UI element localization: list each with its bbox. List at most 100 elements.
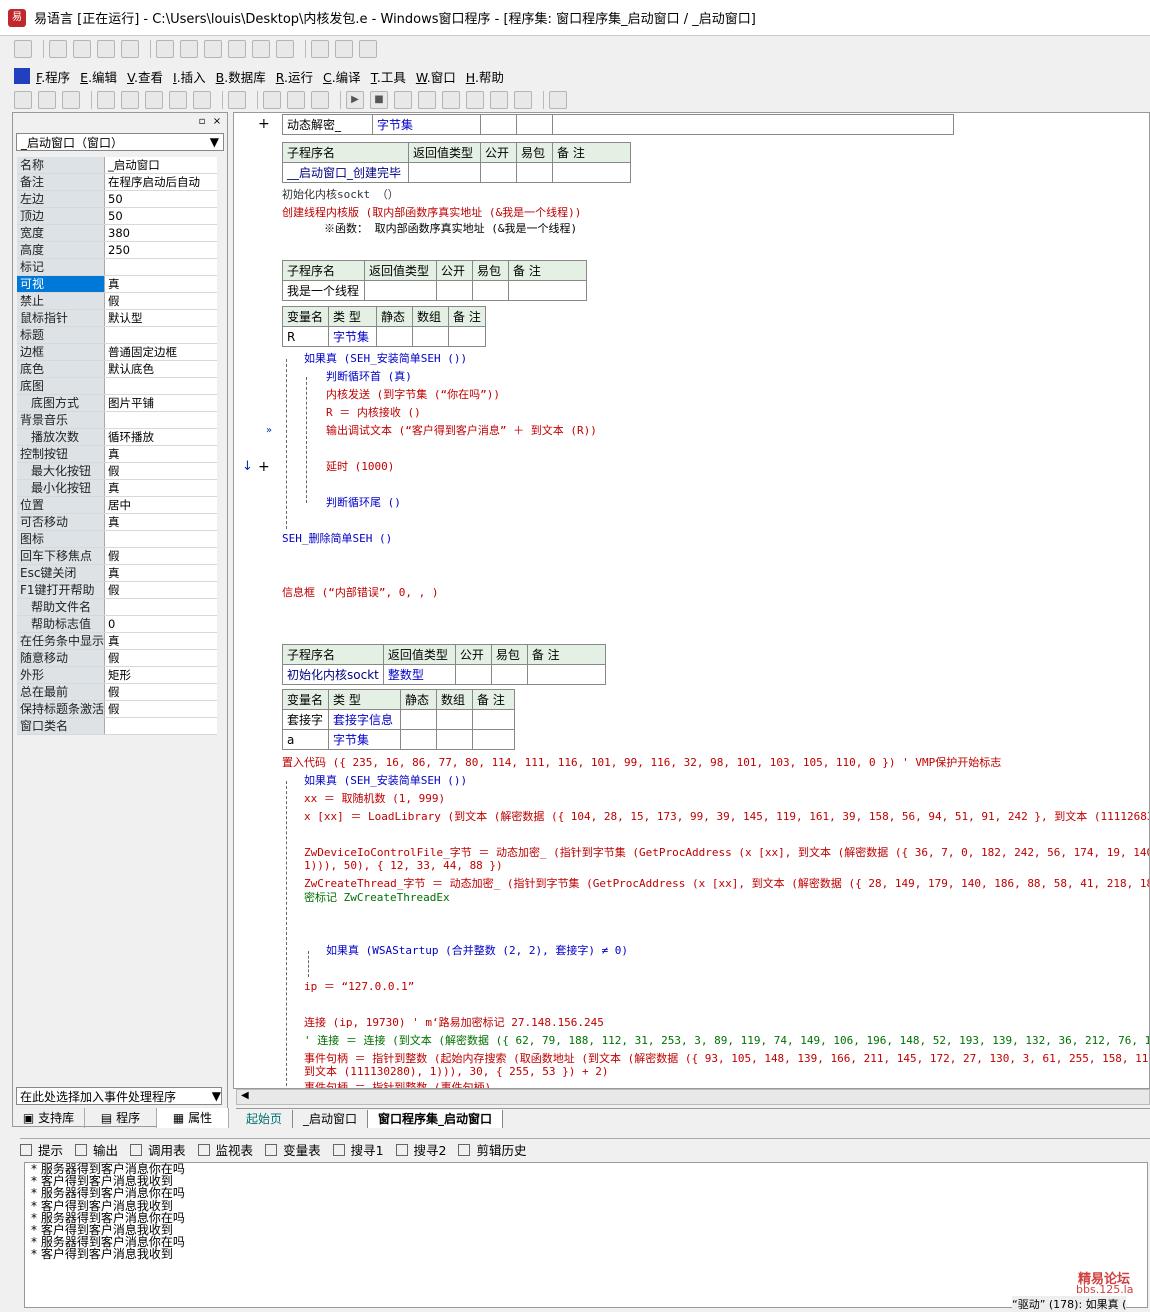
code-line[interactable]: ※函数： 取内部函数序真实地址 (&我是一个线程) [324, 222, 577, 236]
tab-support-lib[interactable]: ▣ 支持库 [13, 1108, 85, 1128]
property-row[interactable]: 底图方式 图片平铺 [17, 395, 217, 412]
property-row[interactable]: 名称 _启动窗口 [17, 157, 217, 174]
property-row[interactable]: 底色 默认底色 [17, 361, 217, 378]
menu-run[interactable]: R.运行 [276, 67, 313, 86]
property-row[interactable]: 可否移动真 [17, 514, 217, 531]
code-line[interactable]: 创建线程内核版 (取内部函数序真实地址 (&我是一个线程)) [282, 206, 581, 220]
step-out-icon[interactable] [466, 91, 484, 109]
var-name-cell[interactable]: 套接字 [282, 709, 329, 730]
same-width-icon[interactable] [204, 40, 222, 58]
property-value[interactable] [105, 259, 217, 275]
grid-icon[interactable] [359, 40, 377, 58]
var-type-cell[interactable]: 套接字信息 [328, 709, 401, 730]
property-row[interactable]: 底图 [17, 378, 217, 395]
tab-start-page[interactable]: 起始页 [236, 1109, 294, 1128]
step-into-icon[interactable] [418, 91, 436, 109]
event-selector[interactable]: 在此处选择加入事件处理程序 ▼ [16, 1087, 222, 1105]
code-line[interactable]: ip ＝ “127.0.0.1” [304, 980, 414, 994]
property-row[interactable]: 背景音乐 [17, 412, 217, 429]
code-line[interactable]: 信息框 (“内部错误”, 0, , ) [282, 586, 438, 600]
code-line[interactable]: 1))), 50), { 12, 33, 44, 88 }) [304, 859, 503, 873]
property-row[interactable]: 顶边 50 [17, 208, 217, 225]
property-row[interactable]: 鼠标指针 默认型 [17, 310, 217, 327]
hand-icon[interactable] [514, 91, 532, 109]
tab-clip-history[interactable]: 剪辑历史 [458, 1140, 527, 1159]
output-panel[interactable]: * 服务器得到客户消息你在吗 * 客户得到客户消息我收到 * 服务器得到客户消息… [24, 1162, 1148, 1308]
property-row[interactable]: 帮助文件名 [17, 599, 217, 616]
stop-icon[interactable]: ■ [370, 91, 388, 109]
center-v-icon[interactable] [180, 40, 198, 58]
run-icon[interactable]: ▶ [346, 91, 364, 109]
code-line[interactable]: 判断循环尾 () [326, 496, 401, 510]
horizontal-scrollbar[interactable]: ◀ [236, 1089, 1150, 1105]
code-line[interactable]: 内核发送 (到字节集 (“你在吗”)) [326, 388, 500, 402]
property-row[interactable]: 外形 矩形 [17, 667, 217, 684]
property-value[interactable]: 真 [105, 565, 217, 581]
property-value[interactable]: 默认底色 [105, 361, 217, 377]
property-value[interactable]: 0 [105, 616, 217, 632]
property-row[interactable]: 帮助标志值 0 [17, 616, 217, 633]
property-value[interactable]: 假 [105, 701, 217, 717]
property-value[interactable] [105, 378, 217, 394]
code-line[interactable]: 初始化内核sockt （） [282, 188, 399, 202]
align-bottom-icon[interactable] [121, 40, 139, 58]
close-icon[interactable]: × [211, 116, 223, 128]
property-value[interactable]: 假 [105, 582, 217, 598]
code-line[interactable]: 事件句柄 ＝ 指针到整数 (起始内存搜索 (取函数地址 (到文本 (解密数据 (… [304, 1052, 1149, 1066]
var-name-cell[interactable]: a [282, 729, 329, 750]
tab-variables[interactable]: 变量表 [265, 1140, 321, 1159]
code-line[interactable]: 如果真 (SEH_安装简单SEH ()) [304, 774, 467, 788]
property-value[interactable]: 真 [105, 633, 217, 649]
property-value[interactable]: 默认型 [105, 310, 217, 326]
property-row[interactable]: 窗口类名 [17, 718, 217, 735]
property-value[interactable]: 380 [105, 225, 217, 241]
code-line[interactable]: 密标记 ZwCreateThreadEx [304, 891, 450, 905]
undo-icon[interactable] [169, 91, 187, 109]
property-row[interactable]: 最小化按钮真 [17, 480, 217, 497]
align-top-icon[interactable] [97, 40, 115, 58]
tab-startup-window[interactable]: _启动窗口 [293, 1109, 369, 1128]
property-row[interactable]: 在任务条中显示真 [17, 633, 217, 650]
property-value[interactable]: 居中 [105, 497, 217, 513]
tab-watch[interactable]: 监视表 [197, 1140, 253, 1159]
property-value[interactable]: 循环播放 [105, 429, 217, 445]
property-row[interactable]: 回车下移焦点假 [17, 548, 217, 565]
code-line[interactable]: ' 连接 ＝ 连接 (到文本 (解密数据 ({ 62, 79, 188, 112… [304, 1034, 1149, 1048]
step-over-icon[interactable] [442, 91, 460, 109]
same-height-icon[interactable] [228, 40, 246, 58]
property-value[interactable] [105, 718, 217, 734]
align-icon[interactable] [14, 40, 32, 58]
property-row[interactable]: 可视真 [17, 276, 217, 293]
align-left-icon[interactable] [49, 40, 67, 58]
tab-search-1[interactable]: 搜寻1 [332, 1140, 384, 1159]
tab-hint[interactable]: 提示 [20, 1140, 63, 1159]
code-line[interactable]: 事件句柄 ＝ 指针到整数 (事件句柄) [304, 1081, 491, 1088]
menu-tools[interactable]: T.工具 [371, 67, 406, 86]
property-value[interactable]: 真 [105, 514, 217, 530]
property-value[interactable] [105, 327, 217, 343]
var-type-cell[interactable]: 字节集 [328, 729, 401, 750]
code-line[interactable]: ZwDeviceIoControlFile_字节 ＝ 动态加密_ (指针到字节集… [304, 846, 1149, 860]
var-type-cell[interactable]: 字节集 [328, 326, 377, 347]
layout-3-icon[interactable] [311, 91, 329, 109]
find-icon[interactable] [228, 91, 246, 109]
property-value[interactable]: 真 [105, 480, 217, 496]
property-row[interactable]: 高度 250 [17, 242, 217, 259]
property-value[interactable] [105, 599, 217, 615]
open-file-icon[interactable] [38, 91, 56, 109]
property-value[interactable]: 假 [105, 548, 217, 564]
space-v-icon[interactable] [276, 40, 294, 58]
property-row[interactable]: 边框 普通固定边框 [17, 344, 217, 361]
code-line[interactable]: 连接 (ip, 19730) ' m‘路易加密标记 27.148.156.245 [304, 1016, 604, 1030]
property-row[interactable]: 位置 居中 [17, 497, 217, 514]
redo-icon[interactable] [193, 91, 211, 109]
sub-name-cell[interactable]: 我是一个线程 [282, 280, 365, 301]
code-line[interactable]: SEH_删除简单SEH () [282, 532, 392, 546]
property-value[interactable]: 假 [105, 650, 217, 666]
menu-compile[interactable]: C.编译 [323, 67, 361, 86]
layout-2-icon[interactable] [287, 91, 305, 109]
property-value[interactable]: 图片平铺 [105, 395, 217, 411]
top-table-cell[interactable]: 动态解密_ [282, 114, 373, 135]
menu-database[interactable]: B.数据库 [216, 67, 266, 86]
property-row[interactable]: 禁止假 [17, 293, 217, 310]
